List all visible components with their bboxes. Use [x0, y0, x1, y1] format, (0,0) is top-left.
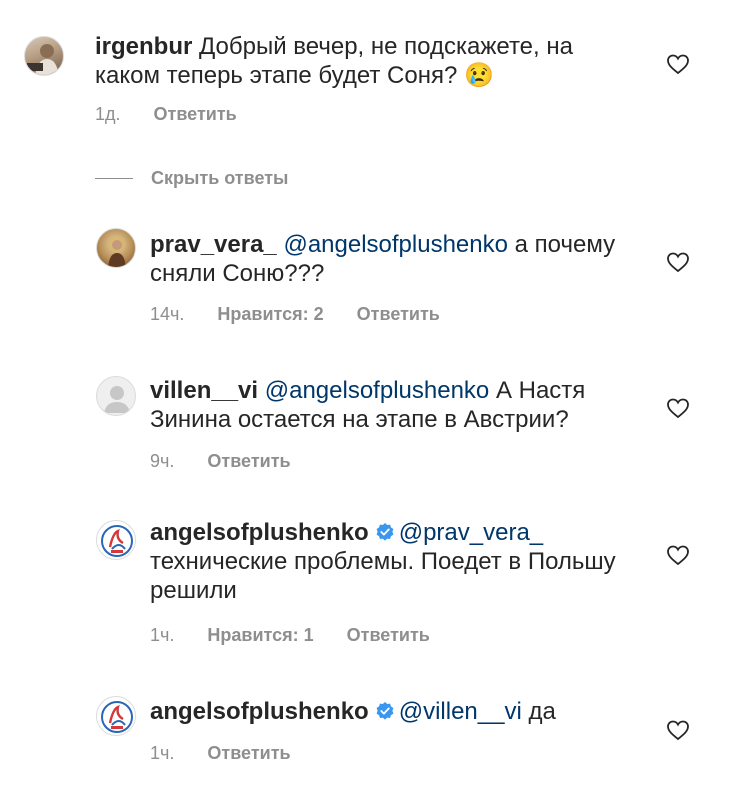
like-heart-icon[interactable]: [666, 52, 690, 76]
avatar-photo-icon: [27, 44, 59, 75]
comment-time[interactable]: 14ч.: [150, 304, 184, 324]
comment-text: villen__vi @angelsofplushenko А Настя Зи…: [150, 376, 650, 434]
comment-text: angelsofplushenko @prav_vera_ технические…: [150, 518, 650, 605]
reply-button[interactable]: Ответить: [357, 304, 440, 324]
comment-text: prav_vera_ @angelsofplushenko а почему с…: [150, 230, 650, 288]
username[interactable]: irgenbur: [95, 33, 192, 60]
like-heart-icon[interactable]: [666, 718, 690, 742]
username[interactable]: prav_vera_: [150, 231, 277, 258]
comment-time[interactable]: 1ч.: [150, 625, 174, 645]
mention-link[interactable]: @villen__vi: [399, 698, 522, 725]
username[interactable]: villen__vi: [150, 377, 258, 404]
comment-body: да: [528, 698, 556, 725]
hide-replies-divider: [95, 178, 133, 179]
like-heart-icon[interactable]: [666, 250, 690, 274]
comment-text: irgenbur Добрый вечер, не подскажете, на…: [95, 32, 595, 90]
comment-meta: 9ч. Ответить: [150, 451, 319, 472]
comment-meta: 1ч. Ответить: [150, 743, 319, 764]
reply-button[interactable]: Ответить: [154, 104, 237, 124]
comment-meta: 1ч. Нравится: 1 Ответить: [150, 625, 458, 646]
like-heart-icon[interactable]: [666, 543, 690, 567]
reply-button[interactable]: Ответить: [207, 451, 290, 471]
reply-button[interactable]: Ответить: [347, 625, 430, 645]
default-avatar-icon: [104, 386, 130, 413]
avatar-icon-image: [108, 235, 126, 267]
verified-badge-icon: [376, 523, 394, 541]
comment-meta: 1д. Ответить: [95, 104, 265, 125]
likes-count[interactable]: Нравится: 1: [207, 625, 313, 645]
comment-time[interactable]: 9ч.: [150, 451, 174, 471]
avatar-villen-vi[interactable]: [96, 376, 136, 416]
comment-body: технические проблемы. Поедет в Польшу ре…: [150, 548, 616, 604]
reply-button[interactable]: Ответить: [207, 743, 290, 763]
comment-text: angelsofplushenko @villen__vi да: [150, 697, 650, 726]
verified-badge-icon: [376, 702, 394, 720]
comment-time[interactable]: 1ч.: [150, 743, 174, 763]
username[interactable]: angelsofplushenko: [150, 519, 369, 546]
hide-replies-label[interactable]: Скрыть ответы: [151, 168, 288, 189]
avatar-prav-vera[interactable]: [96, 228, 136, 268]
comment-time[interactable]: 1д.: [95, 104, 121, 124]
like-heart-icon[interactable]: [666, 396, 690, 420]
mention-link[interactable]: @angelsofplushenko: [265, 377, 490, 404]
mention-link[interactable]: @angelsofplushenko: [283, 231, 508, 258]
avatar-angelsofplushenko[interactable]: [96, 520, 136, 560]
angels-logo-icon: [101, 701, 133, 733]
username[interactable]: angelsofplushenko: [150, 698, 369, 725]
mention-link[interactable]: @prav_vera_: [399, 519, 543, 546]
avatar-angelsofplushenko[interactable]: [96, 696, 136, 736]
avatar-irgenbur[interactable]: [24, 36, 64, 76]
angels-logo-icon: [101, 525, 133, 557]
likes-count[interactable]: Нравится: 2: [217, 304, 323, 324]
comment-meta: 14ч. Нравится: 2 Ответить: [150, 304, 468, 325]
